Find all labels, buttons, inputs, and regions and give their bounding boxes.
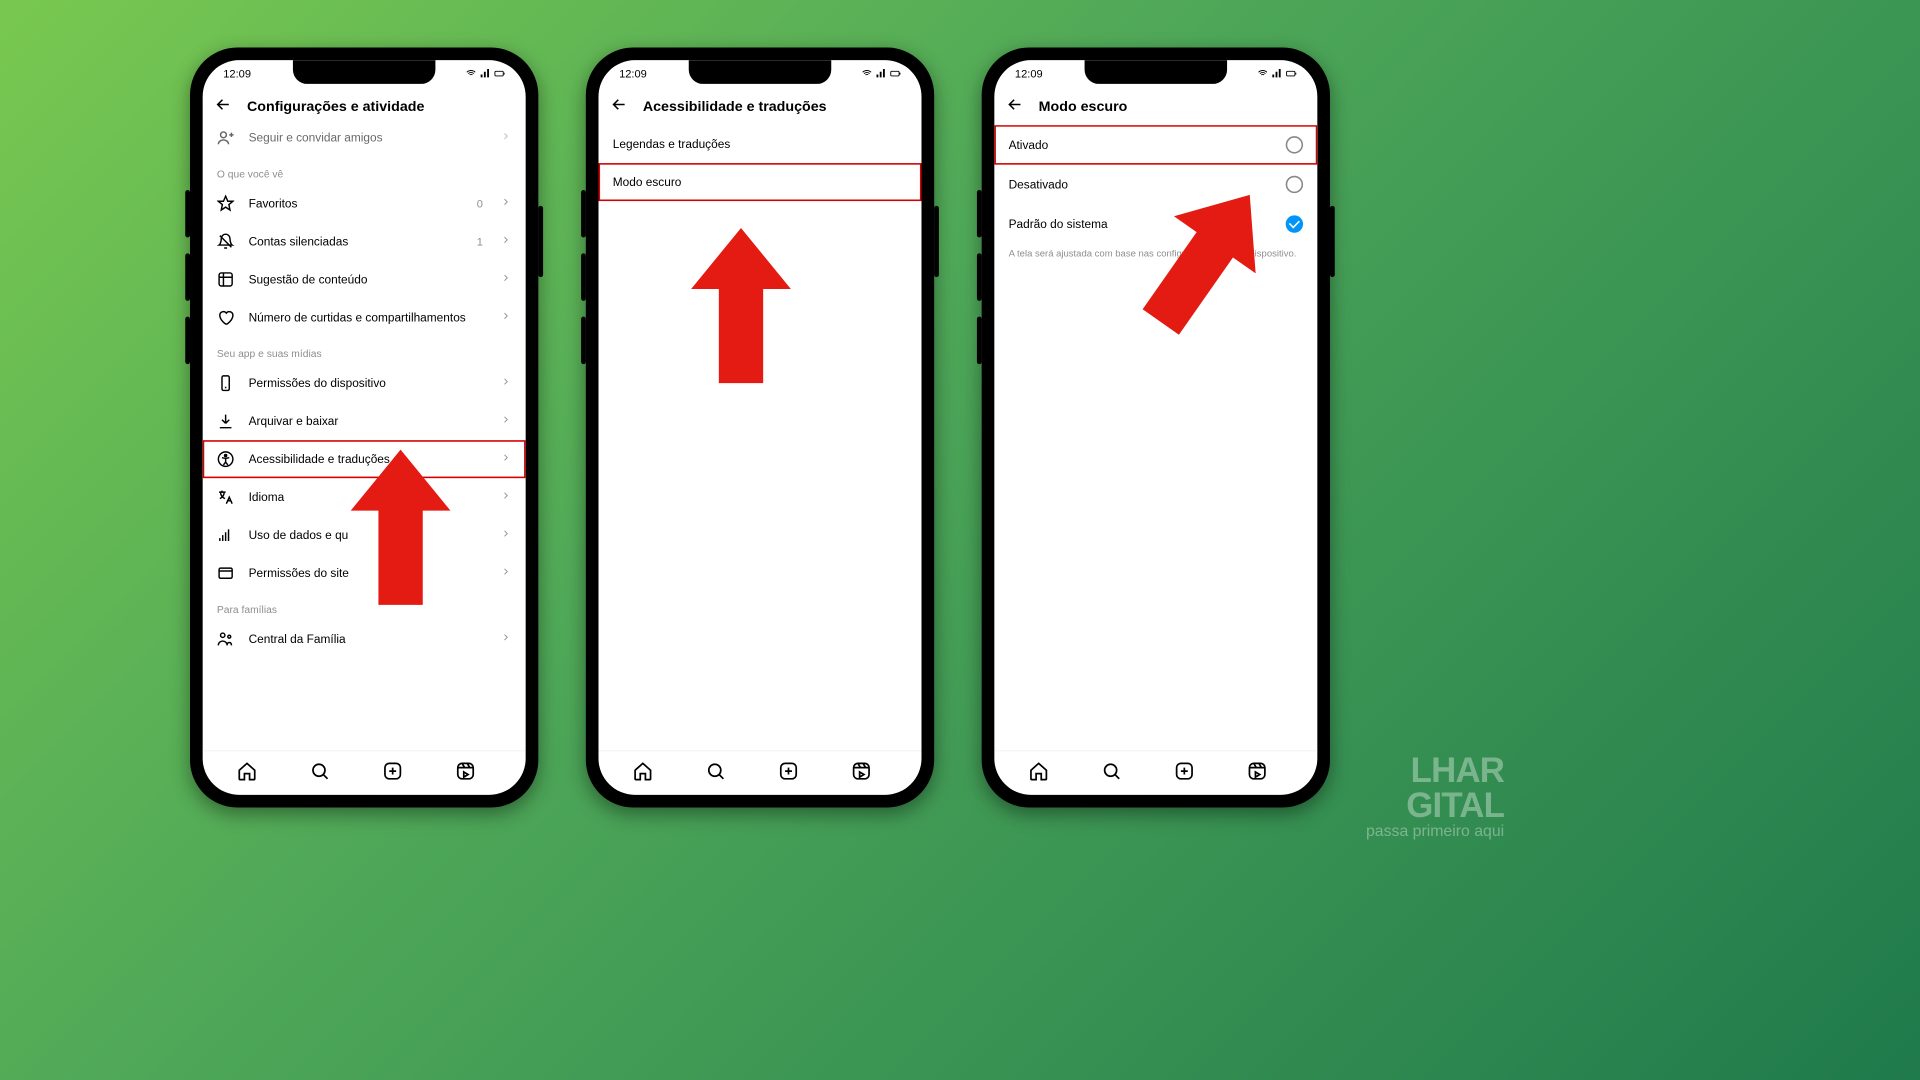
nav-create[interactable] xyxy=(1174,761,1195,786)
chevron-right-icon xyxy=(500,272,511,286)
app-header: Configurações e atividade xyxy=(203,87,526,125)
option-desativado[interactable]: Desativado xyxy=(994,165,1317,205)
row-favoritos[interactable]: Favoritos 0 xyxy=(203,184,526,222)
star-icon xyxy=(217,195,234,212)
battery-icon xyxy=(494,68,505,79)
back-button[interactable] xyxy=(214,95,233,118)
chevron-right-icon xyxy=(500,131,511,145)
battery-icon xyxy=(890,68,901,79)
settings-list[interactable]: Seguir e convidar amigos O que você vê F… xyxy=(203,125,526,750)
nav-reels[interactable] xyxy=(455,761,476,786)
signal-icon xyxy=(480,68,491,79)
bottom-nav xyxy=(203,751,526,795)
wifi-icon xyxy=(861,68,872,79)
dark-mode-options: Ativado Desativado Padrão do sistema A t… xyxy=(994,125,1317,750)
back-button[interactable] xyxy=(1005,95,1024,118)
signal-icon xyxy=(876,68,887,79)
chevron-right-icon xyxy=(500,632,511,646)
chevron-right-icon xyxy=(500,528,511,542)
content-icon xyxy=(217,271,234,288)
radio-unchecked[interactable] xyxy=(1286,136,1303,153)
row-curtidas[interactable]: Número de curtidas e compartilhamentos xyxy=(203,298,526,336)
phone-2: 12:09 Acessibilidade e traduções Legenda… xyxy=(586,48,934,808)
accessibility-icon xyxy=(217,450,234,467)
bell-off-icon xyxy=(217,233,234,250)
option-padrao-sistema[interactable]: Padrão do sistema xyxy=(994,204,1317,244)
chevron-right-icon xyxy=(500,310,511,324)
wifi-icon xyxy=(1257,68,1268,79)
notch xyxy=(293,60,436,84)
status-time: 12:09 xyxy=(1015,67,1043,80)
watermark: LHAR GITAL passa primeiro aqui xyxy=(1366,754,1504,840)
status-time: 12:09 xyxy=(619,67,647,80)
app-header: Acessibilidade e traduções xyxy=(599,87,922,125)
row-contas-silenciadas[interactable]: Contas silenciadas 1 xyxy=(203,222,526,260)
chevron-right-icon xyxy=(500,452,511,466)
nav-home[interactable] xyxy=(1028,761,1049,786)
phone-3: 12:09 Modo escuro Ativado Desativado xyxy=(982,48,1330,808)
heart-icon xyxy=(217,309,234,326)
section-families: Para famílias xyxy=(203,592,526,620)
nav-search[interactable] xyxy=(705,761,726,786)
row-legendas[interactable]: Legendas e traduções xyxy=(599,125,922,163)
nav-home[interactable] xyxy=(237,761,258,786)
translate-icon xyxy=(217,488,234,505)
status-icons xyxy=(466,68,506,79)
row-follow-invite[interactable]: Seguir e convidar amigos xyxy=(203,125,526,157)
status-icons xyxy=(1257,68,1297,79)
download-icon xyxy=(217,412,234,429)
chevron-right-icon xyxy=(500,490,511,504)
row-permissoes-dispositivo[interactable]: Permissões do dispositivo xyxy=(203,364,526,402)
options-list[interactable]: Legendas e traduções Modo escuro xyxy=(599,125,922,750)
app-header: Modo escuro xyxy=(994,87,1317,125)
family-icon xyxy=(217,630,234,647)
notch xyxy=(689,60,832,84)
bottom-nav xyxy=(599,751,922,795)
page-title: Modo escuro xyxy=(1039,98,1128,115)
radio-checked[interactable] xyxy=(1286,215,1303,232)
chevron-right-icon xyxy=(500,414,511,428)
row-modo-escuro[interactable]: Modo escuro xyxy=(599,163,922,201)
chevron-right-icon xyxy=(500,234,511,248)
dark-mode-hint: A tela será ajustada com base nas config… xyxy=(994,244,1317,272)
nav-reels[interactable] xyxy=(851,761,872,786)
nav-create[interactable] xyxy=(778,761,799,786)
section-what-you-see: O que você vê xyxy=(203,157,526,185)
row-idioma[interactable]: Idioma xyxy=(203,478,526,516)
user-plus-icon xyxy=(217,129,234,146)
page-title: Acessibilidade e traduções xyxy=(643,98,827,115)
cellular-icon xyxy=(217,526,234,543)
signal-icon xyxy=(1271,68,1282,79)
back-button[interactable] xyxy=(610,95,629,118)
row-acessibilidade[interactable]: Acessibilidade e traduções xyxy=(203,440,526,478)
row-permissoes-site[interactable]: Permissões do site xyxy=(203,554,526,592)
section-app-media: Seu app e suas mídias xyxy=(203,336,526,364)
nav-create[interactable] xyxy=(382,761,403,786)
row-sugestao-conteudo[interactable]: Sugestão de conteúdo xyxy=(203,260,526,298)
wifi-icon xyxy=(466,68,477,79)
nav-search[interactable] xyxy=(310,761,331,786)
phone-icon xyxy=(217,374,234,391)
chevron-right-icon xyxy=(500,376,511,390)
notch xyxy=(1085,60,1228,84)
nav-search[interactable] xyxy=(1101,761,1122,786)
nav-reels[interactable] xyxy=(1247,761,1268,786)
radio-unchecked[interactable] xyxy=(1286,176,1303,193)
browser-icon xyxy=(217,564,234,581)
row-central-familia[interactable]: Central da Família xyxy=(203,620,526,658)
option-ativado[interactable]: Ativado xyxy=(994,125,1317,165)
nav-home[interactable] xyxy=(633,761,654,786)
status-icons xyxy=(861,68,901,79)
page-title: Configurações e atividade xyxy=(247,98,424,115)
chevron-right-icon xyxy=(500,566,511,580)
chevron-right-icon xyxy=(500,196,511,210)
battery-icon xyxy=(1286,68,1297,79)
row-arquivar-baixar[interactable]: Arquivar e baixar xyxy=(203,402,526,440)
bottom-nav xyxy=(994,751,1317,795)
row-uso-dados[interactable]: Uso de dados e qu xyxy=(203,516,526,554)
phone-1: 12:09 Configurações e atividade Seguir e… xyxy=(190,48,538,808)
status-time: 12:09 xyxy=(223,67,251,80)
